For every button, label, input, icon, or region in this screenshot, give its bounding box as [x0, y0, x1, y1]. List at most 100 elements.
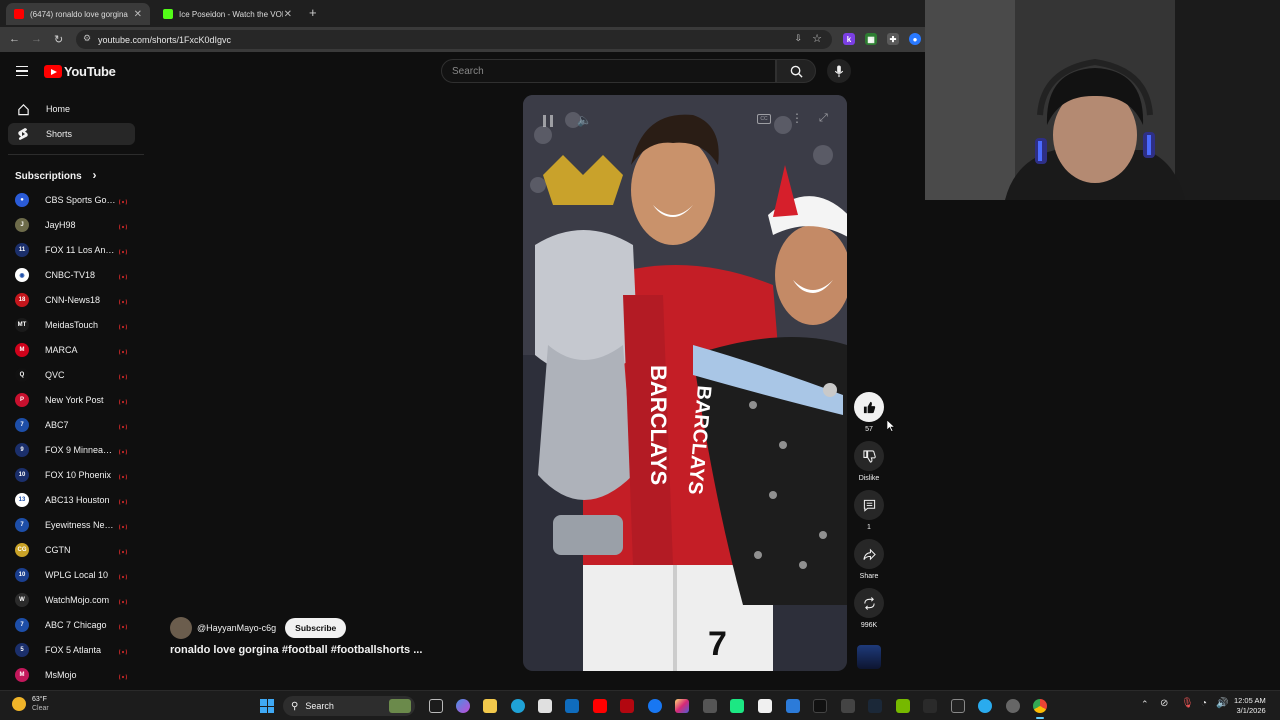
captions-icon[interactable]: CC — [757, 114, 771, 124]
subscription-name: FOX 10 Phoenix — [45, 470, 112, 480]
channel-avatar-icon: Q — [15, 368, 29, 382]
subscription-item[interactable]: 10 WPLG Local 10 — [15, 565, 135, 585]
comments-button[interactable] — [854, 490, 884, 520]
back-icon[interactable]: ← — [9, 33, 20, 45]
extension-profile-icon[interactable]: ● — [909, 33, 921, 45]
new-tab-button[interactable]: + — [309, 5, 317, 20]
steam-icon[interactable] — [868, 699, 882, 713]
start-button[interactable] — [260, 699, 274, 713]
reload-icon[interactable]: ↻ — [54, 33, 63, 46]
subscription-item[interactable]: 11 FOX 11 Los Ang... — [15, 240, 135, 260]
dislike-button[interactable] — [854, 441, 884, 471]
app-s-icon[interactable] — [923, 699, 937, 713]
youtube-logo[interactable]: YouTube — [44, 64, 116, 79]
subscription-item[interactable]: MT MeidasTouch — [15, 315, 135, 335]
subscription-item[interactable]: CG CGTN — [15, 540, 135, 560]
volume-icon[interactable]: 🔈 — [577, 113, 592, 127]
remix-button[interactable] — [854, 588, 884, 618]
site-info-icon[interactable]: ⚙ — [83, 33, 91, 44]
telegram-icon[interactable] — [978, 699, 992, 713]
dislike-action[interactable]: Dislike — [853, 441, 885, 482]
share-action[interactable]: Share — [853, 539, 885, 580]
app-icon[interactable] — [786, 699, 800, 713]
install-icon[interactable]: ⇩ — [794, 33, 802, 44]
channel-avatar[interactable] — [170, 617, 192, 639]
settings-icon[interactable] — [1006, 699, 1020, 713]
share-button[interactable] — [854, 539, 884, 569]
show-hidden-icons-icon[interactable]: ⌃ — [1141, 699, 1149, 710]
subscription-item[interactable]: J JayH98 — [15, 215, 135, 235]
tiktok-icon[interactable] — [813, 699, 827, 713]
subscription-item[interactable]: P New York Post — [15, 390, 135, 410]
youtube-app-icon[interactable] — [593, 699, 607, 713]
subscription-item[interactable]: M MARCA — [15, 340, 135, 360]
subscription-item[interactable]: 13 ABC13 Houston — [15, 490, 135, 510]
sidebar-item-home[interactable]: Home — [8, 98, 135, 120]
extension-nvidia-icon[interactable]: ▦ — [865, 33, 877, 45]
app-g-icon[interactable] — [841, 699, 855, 713]
subscription-item[interactable]: W WatchMojo.com — [15, 590, 135, 610]
copilot-icon[interactable] — [456, 699, 470, 713]
close-tab-icon[interactable]: ✕ — [284, 9, 292, 20]
short-title[interactable]: ronaldo love gorgina #football #football… — [170, 644, 422, 656]
network-off-icon[interactable]: ⊘ — [1160, 698, 1168, 709]
store-icon[interactable] — [538, 699, 552, 713]
instagram-icon[interactable] — [675, 699, 689, 713]
epic-games-icon[interactable] — [951, 699, 965, 713]
subscribe-button[interactable]: Subscribe — [285, 618, 347, 638]
channel-name[interactable]: @HayyanMayo-c6g — [197, 623, 276, 633]
subscriptions-heading[interactable]: Subscriptions › — [15, 168, 96, 182]
subscription-item[interactable]: M MsMojo — [15, 665, 135, 685]
tab-youtube[interactable]: (6474) ronaldo love gorgina ✕ — [6, 3, 150, 25]
search-button[interactable] — [776, 59, 816, 83]
mic-muted-icon[interactable]: 🎙 — [1181, 698, 1194, 709]
subscription-item[interactable]: ◉ CNBC-TV18 — [15, 265, 135, 285]
more-options-icon[interactable]: ⋮ — [791, 111, 803, 125]
taskbar-search[interactable]: ⚲ Search — [283, 696, 415, 716]
search-input[interactable]: Search — [441, 59, 776, 83]
voice-search-button[interactable] — [827, 59, 851, 83]
news-icon[interactable] — [703, 699, 717, 713]
file-explorer-icon[interactable] — [483, 699, 497, 713]
wifi-icon[interactable]: ◔ — [1201, 698, 1207, 709]
facebook-icon[interactable] — [648, 699, 662, 713]
chrome-icon[interactable] — [1033, 699, 1047, 713]
pause-icon[interactable] — [543, 115, 553, 127]
hulu-icon[interactable] — [730, 699, 744, 713]
menu-icon[interactable] — [16, 66, 28, 76]
subscription-item[interactable]: 18 CNN-News18 — [15, 290, 135, 310]
subscription-item[interactable]: ● CBS Sports Gola... — [15, 190, 135, 210]
url-bar[interactable]: ⚙ youtube.com/shorts/1FxcK0dIgvc ⇩ ☆ — [76, 30, 832, 49]
clock[interactable]: 12:05 AM 3/1/2026 — [1234, 696, 1266, 716]
subscription-item[interactable]: 10 FOX 10 Phoenix — [15, 465, 135, 485]
fullscreen-icon[interactable]: ⤢ — [819, 112, 828, 125]
edge-icon[interactable] — [511, 699, 525, 713]
outlook-icon[interactable] — [565, 699, 579, 713]
subscription-item[interactable]: 7 ABC 7 Chicago — [15, 615, 135, 635]
dislike-label: Dislike — [858, 475, 880, 482]
like-button[interactable] — [854, 392, 884, 422]
weather-widget[interactable]: 63°F Clear — [12, 695, 49, 713]
comments-action[interactable]: 1 — [853, 490, 885, 531]
remix-action[interactable]: 996K — [853, 588, 885, 629]
forward-icon[interactable]: → — [31, 33, 42, 45]
task-view-icon[interactable] — [429, 699, 443, 713]
extension-puzzle-icon[interactable]: ✚ — [887, 33, 899, 45]
nvidia-icon[interactable] — [896, 699, 910, 713]
short-video-player[interactable]: 7 BARCLAYS BARCLAYS 🔈 CC ⋮ ⤢ — [523, 95, 847, 671]
subscription-item[interactable]: 7 ABC7 — [15, 415, 135, 435]
tab-kick[interactable]: Ice Poseidon - Watch the VOD ✕ — [155, 3, 300, 25]
subscription-item[interactable]: 5 FOX 5 Atlanta — [15, 640, 135, 660]
subscription-item[interactable]: 9 FOX 9 Minneapol... — [15, 440, 135, 460]
netflix-icon[interactable] — [620, 699, 634, 713]
volume-icon[interactable]: 🔊 — [1216, 698, 1228, 709]
subscription-item[interactable]: Q QVC — [15, 365, 135, 385]
bookmark-star-icon[interactable]: ☆ — [812, 32, 822, 45]
sidebar-item-shorts[interactable]: Shorts — [8, 123, 135, 145]
audio-thumbnail[interactable] — [857, 645, 881, 669]
subscription-item[interactable]: 7 Eyewitness New... — [15, 515, 135, 535]
like-action[interactable]: 57 — [853, 392, 885, 433]
close-tab-icon[interactable]: ✕ — [134, 9, 142, 20]
amazon-icon[interactable] — [758, 699, 772, 713]
extension-k-icon[interactable]: k — [843, 33, 855, 45]
